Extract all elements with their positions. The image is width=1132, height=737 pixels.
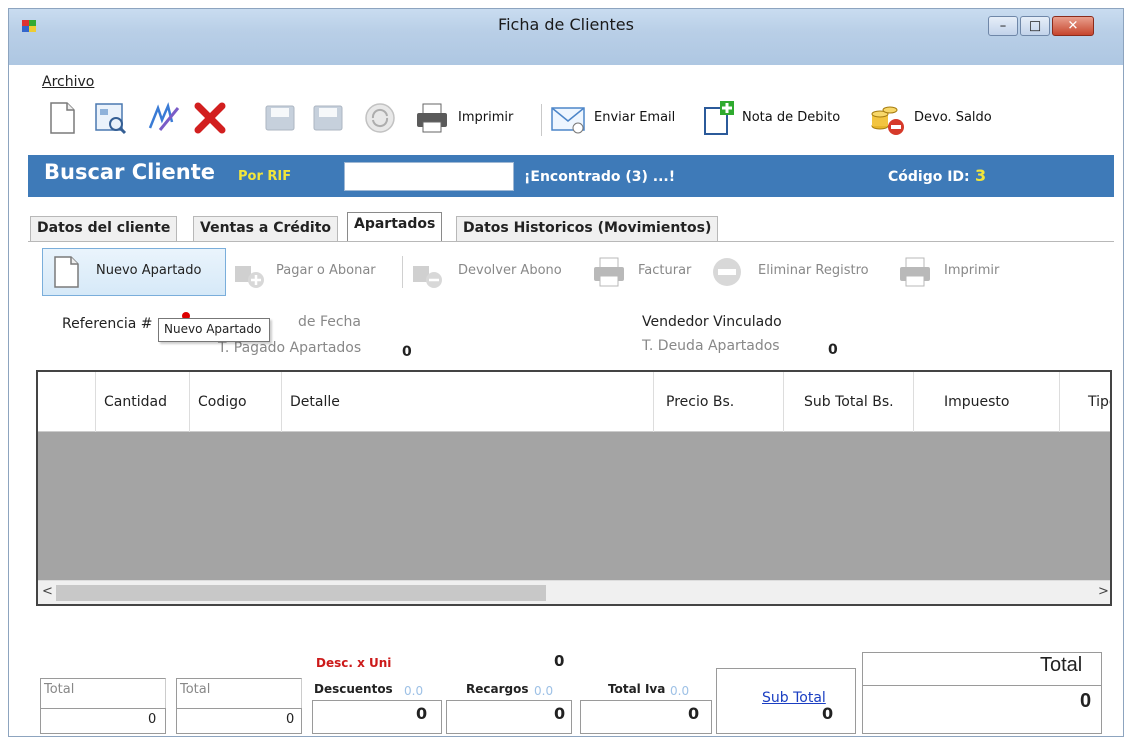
desc-x-uni-label: Desc. x Uni xyxy=(316,656,392,670)
tab-ventas-credito[interactable]: Ventas a Crédito xyxy=(193,216,339,242)
toolbar-devo-saldo-label[interactable]: Devo. Saldo xyxy=(914,110,992,125)
toolbar-separator xyxy=(541,104,542,136)
eliminar-registro-button[interactable]: Eliminar Registro xyxy=(758,263,869,278)
total-big-field[interactable] xyxy=(862,686,1102,734)
printer-icon[interactable] xyxy=(414,100,450,136)
new-document-icon[interactable] xyxy=(44,100,80,136)
recargos-value: 0 xyxy=(554,704,566,723)
total-label-1: Total xyxy=(44,682,75,697)
sub-total-value: 0 xyxy=(822,704,834,723)
minimize-button[interactable]: – xyxy=(988,16,1018,36)
devolver-abono-button[interactable]: Devolver Abono xyxy=(458,263,562,278)
coins-add-icon xyxy=(235,266,264,288)
descuentos-value: 0 xyxy=(416,704,428,723)
pagar-abonar-button[interactable]: Pagar o Abonar xyxy=(276,263,376,278)
maximize-button[interactable]: □ xyxy=(1020,16,1050,36)
preview-icon[interactable] xyxy=(92,100,128,136)
new-document-icon xyxy=(54,256,79,288)
items-grid[interactable]: Cantidad Codigo Detalle Precio Bs. Sub T… xyxy=(36,370,1112,606)
facturar-button[interactable]: Facturar xyxy=(638,263,691,278)
total-label-2: Total xyxy=(180,682,211,697)
total-field-2[interactable] xyxy=(176,708,302,734)
col-codigo[interactable]: Codigo xyxy=(190,372,282,432)
total-iva-label: Total Iva xyxy=(608,682,666,696)
close-icon: ✕ xyxy=(1067,18,1079,34)
grid-header: Cantidad Codigo Detalle Precio Bs. Sub T… xyxy=(38,372,1110,432)
add-note-icon[interactable] xyxy=(700,100,736,136)
save-as-disabled-icon xyxy=(313,105,343,131)
col-subtotal[interactable]: Sub Total Bs. xyxy=(784,372,914,432)
toolbar-email-label[interactable]: Enviar Email xyxy=(594,110,675,125)
coins-remove-icon xyxy=(413,266,442,288)
total-iva-hint: 0.0 xyxy=(670,684,690,698)
code-id-value: 3 xyxy=(975,166,987,185)
search-mode[interactable]: Por RIF xyxy=(238,169,291,184)
toolbar-nota-debito-label[interactable]: Nota de Debito xyxy=(742,110,840,125)
search-found-status: ¡Encontrado (3) ...! xyxy=(524,169,676,185)
total-big-value: 0 xyxy=(1080,690,1092,712)
nuevo-apartado-label[interactable]: Nuevo Apartado xyxy=(96,263,201,278)
tab-datos-historicos[interactable]: Datos Historicos (Movimientos) xyxy=(456,216,719,242)
t-deuda-label: T. Deuda Apartados xyxy=(642,338,780,354)
delete-icon[interactable] xyxy=(192,100,228,136)
de-fecha-label: de Fecha xyxy=(298,314,361,330)
t-pagado-value: 0 xyxy=(402,344,412,360)
grid-row-header xyxy=(38,372,96,432)
t-pagado-label: T. Pagado Apartados xyxy=(218,340,362,356)
tab-apartados[interactable]: Apartados xyxy=(347,212,443,242)
code-id-label: Código ID: xyxy=(888,169,970,185)
recargos-label: Recargos xyxy=(466,682,529,696)
tab-content-border xyxy=(28,241,1114,242)
total-value-1: 0 xyxy=(148,712,157,727)
total-iva-value: 0 xyxy=(688,704,700,723)
tooltip: Nuevo Apartado xyxy=(158,318,270,342)
subtoolbar-separator xyxy=(402,256,403,288)
scroll-left-icon[interactable]: < xyxy=(42,584,53,599)
t-deuda-value: 0 xyxy=(828,342,838,358)
email-icon[interactable] xyxy=(550,100,586,136)
coins-icon[interactable] xyxy=(870,100,906,136)
tab-datos-cliente[interactable]: Datos del cliente xyxy=(30,216,178,242)
recargos-hint: 0.0 xyxy=(534,684,554,698)
search-title: Buscar Cliente xyxy=(44,160,216,184)
remove-circle-icon xyxy=(713,258,741,286)
search-input[interactable] xyxy=(344,162,514,191)
col-cantidad[interactable]: Cantidad xyxy=(96,372,190,432)
descuentos-label: Descuentos xyxy=(314,682,393,696)
printer-icon xyxy=(594,257,624,287)
close-button[interactable]: ✕ xyxy=(1052,16,1094,36)
menu-archivo[interactable]: Archivo xyxy=(42,74,94,90)
scrollbar-thumb[interactable] xyxy=(56,585,546,601)
minimize-icon: – xyxy=(999,18,1007,34)
edit-signature-icon[interactable] xyxy=(146,100,182,136)
desc-x-uni-value: 0 xyxy=(554,652,565,670)
sub-total-link[interactable]: Sub Total xyxy=(762,690,826,706)
vendedor-label: Vendedor Vinculado xyxy=(642,314,782,330)
total-value-2: 0 xyxy=(286,712,295,727)
toolbar-imprimir-label[interactable]: Imprimir xyxy=(458,110,513,125)
col-precio[interactable]: Precio Bs. xyxy=(654,372,784,432)
col-tipo[interactable]: Tipo xyxy=(1060,372,1110,432)
descuentos-hint: 0.0 xyxy=(404,684,424,698)
col-detalle[interactable]: Detalle xyxy=(282,372,654,432)
imprimir-button[interactable]: Imprimir xyxy=(944,263,999,278)
total-big-label: Total xyxy=(1040,654,1083,676)
window-title: Ficha de Clientes xyxy=(498,15,634,34)
refresh-icon xyxy=(365,103,395,133)
horizontal-scrollbar[interactable]: < > xyxy=(38,580,1110,604)
referencia-label: Referencia # xyxy=(62,316,153,332)
col-impuesto[interactable]: Impuesto xyxy=(914,372,1060,432)
maximize-icon: □ xyxy=(1028,18,1042,34)
save-disabled-icon xyxy=(265,105,295,131)
printer-icon xyxy=(900,257,930,287)
scroll-right-icon[interactable]: > xyxy=(1098,584,1109,599)
